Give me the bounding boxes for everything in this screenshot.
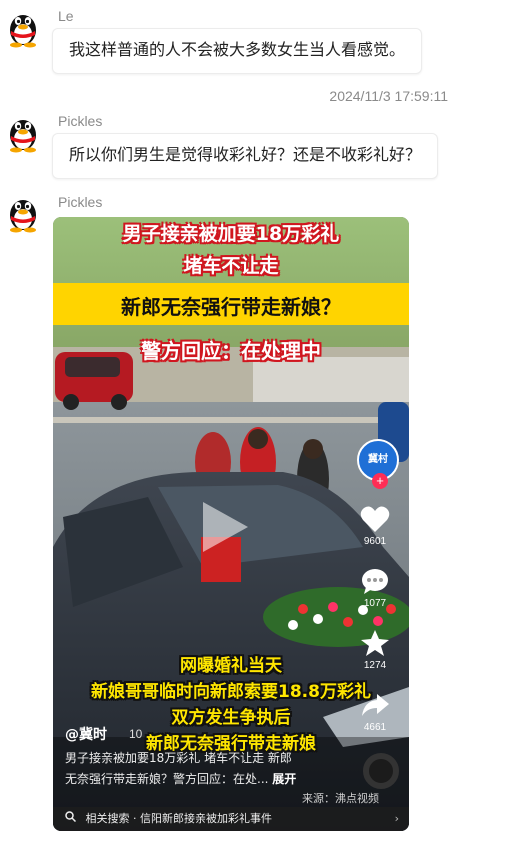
caption-line-2-wrap: 无奈强行带走新娘？警方回应：在处... 展开 (65, 770, 296, 787)
message-timestamp: 2024/11/3 17:59:11 (329, 88, 448, 104)
heart-icon (360, 506, 390, 532)
partial-number: 10 (129, 727, 143, 741)
headline-line-4: 警方回应：在处理中 (141, 339, 321, 363)
message-bubble[interactable]: 所以你们男生是觉得收彩礼好？还是不收彩礼好？ (52, 133, 439, 179)
music-disc-icon[interactable] (363, 753, 399, 789)
headline-line-2: 堵车不让走 (183, 255, 279, 277)
follow-plus-icon[interactable]: + (372, 473, 388, 489)
expand-link[interactable]: 展开 (272, 772, 296, 786)
subtitle-line-1: 网曝婚礼当天 (180, 656, 282, 676)
chevron-right-icon: › (394, 812, 399, 825)
search-icon (65, 807, 77, 831)
penguin-avatar[interactable] (4, 8, 42, 48)
like-count: 9601 (363, 536, 387, 547)
related-search-bar[interactable]: 相关搜索 · 信阳新郎接亲被加彩礼事件 › (53, 807, 409, 831)
video-card[interactable]: 男子接亲被加要18万彩礼 堵车不让走 新郎无奈强行带走新娘？ 警方回应：在处理中… (53, 217, 409, 831)
comment-count: 1077 (363, 598, 387, 609)
penguin-avatar[interactable] (4, 113, 42, 153)
caption-line-2: 无奈强行带走新娘？警方回应：在处... (65, 772, 269, 786)
sender-name: Pickles (58, 194, 103, 210)
subtitle-line-2: 新娘哥哥临时向新郎索要18.8万彩礼 (91, 682, 371, 702)
live-badge-label: 冀村 (368, 454, 388, 465)
related-search-text: 相关搜索 · 信阳新郎接亲被加彩礼事件 (85, 812, 273, 825)
like-button[interactable]: 9601 (355, 505, 395, 547)
headline-line-1: 男子接亲被加要18万彩礼 (122, 223, 340, 245)
sender-name: Le (58, 8, 74, 24)
source-label: 来源：沸点视频 (302, 792, 379, 805)
message-bubble[interactable]: 我这样普通的人不会被大多数女生当人看感觉。 (52, 28, 423, 74)
comment-icon (362, 569, 388, 594)
sender-name: Pickles (58, 113, 103, 129)
account-name[interactable]: @冀时 (65, 724, 107, 744)
penguin-avatar[interactable] (4, 193, 42, 233)
headline-line-3: 新郎无奈强行带走新娘？ (121, 295, 341, 319)
caption-line-1: 男子接亲被加要18万彩礼 堵车不让走 新郎 (65, 751, 292, 765)
comment-button[interactable]: 1077 (355, 567, 395, 609)
